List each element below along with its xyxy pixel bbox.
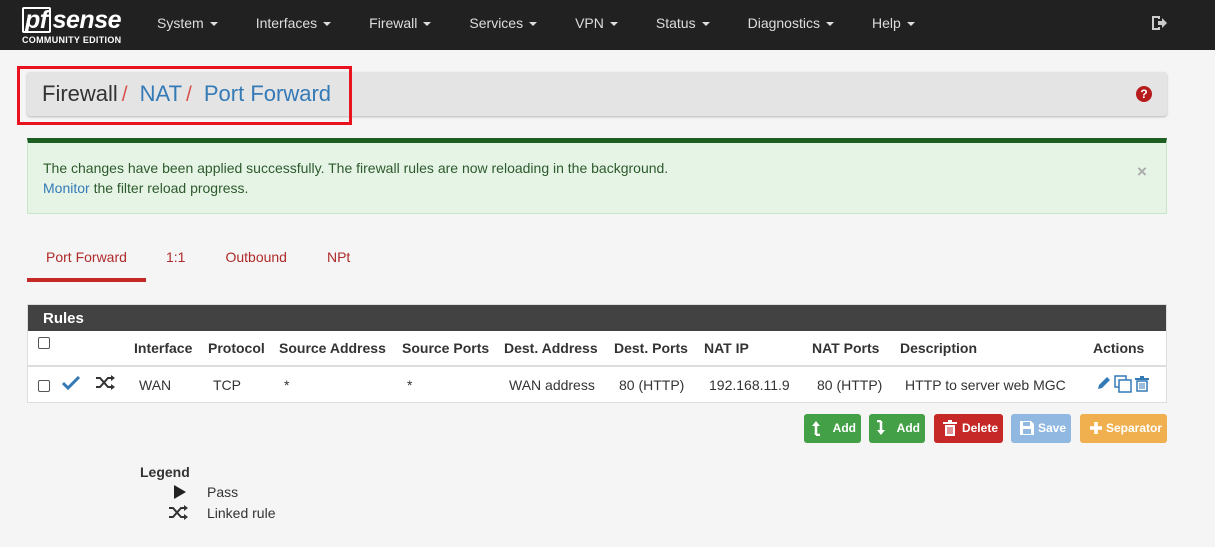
play-pass-icon (174, 485, 186, 499)
add-top-label: Add (832, 421, 856, 435)
rules-panel: Rules Interface Protocol Source Address … (27, 304, 1167, 403)
menu-system[interactable]: System (141, 0, 234, 50)
col-interface[interactable]: Interface (134, 331, 208, 367)
caret-down-icon (209, 22, 218, 27)
alert-message: The changes have been applied successful… (43, 160, 669, 176)
menu-label: Status (655, 15, 696, 31)
menu-vpn[interactable]: VPN (553, 0, 634, 50)
top-navbar: pf sense COMMUNITY EDITION System Interfa… (0, 0, 1215, 50)
shuffle-linked-icon (96, 375, 115, 390)
alert-monitor-line: Monitor the filter reload progress. (43, 180, 248, 196)
trash-icon (943, 420, 957, 436)
col-dest-ports[interactable]: Dest. Ports (614, 331, 704, 367)
menu-firewall[interactable]: Firewall (347, 0, 447, 50)
tab-port-forward[interactable]: Port Forward (27, 240, 146, 282)
edit-pencil-icon[interactable] (1096, 376, 1111, 391)
tab-one-to-one[interactable]: 1:1 (146, 240, 205, 282)
cell-protocol: TCP (213, 376, 241, 393)
monitor-link[interactable]: Monitor (43, 180, 90, 196)
tab-npt[interactable]: NPt (307, 240, 370, 282)
col-actions: Actions (1093, 331, 1166, 367)
plus-icon (1090, 422, 1102, 434)
nat-tabs: Port Forward 1:1 Outbound NPt (27, 240, 370, 284)
caret-down-icon (529, 22, 538, 27)
arrow-up-icon (812, 421, 820, 436)
cell-source-address: * (284, 376, 290, 393)
main-menu: System Interfaces Firewall Services VPN … (141, 0, 931, 50)
logo-sense: sense (52, 6, 122, 34)
legend-title: Legend (140, 464, 190, 480)
arrow-down-icon (877, 420, 885, 435)
close-icon[interactable]: × (1137, 162, 1147, 182)
menu-status[interactable]: Status (634, 0, 726, 50)
success-alert: The changes have been applied successful… (27, 138, 1167, 214)
col-description[interactable]: Description (900, 331, 1093, 367)
menu-label: VPN (575, 15, 604, 31)
shuffle-linked-icon (169, 505, 188, 520)
row-actions (1096, 375, 1149, 393)
menu-diagnostics[interactable]: Diagnostics (726, 0, 850, 50)
menu-help[interactable]: Help (850, 0, 931, 50)
annotation-highlight-box (17, 66, 352, 125)
caret-down-icon (701, 22, 710, 27)
row-checkbox[interactable] (38, 379, 50, 392)
col-source-ports[interactable]: Source Ports (402, 331, 504, 367)
add-bottom-label: Add (896, 421, 920, 435)
col-nat-ip[interactable]: NAT IP (704, 331, 812, 367)
cell-nat-ip: 192.168.11.9 (709, 376, 790, 393)
col-nat-ports[interactable]: NAT Ports (812, 331, 900, 367)
trash-icon[interactable] (1135, 375, 1149, 392)
menu-label: Services (469, 15, 524, 31)
legend-pass-label: Pass (207, 484, 239, 500)
tab-outbound[interactable]: Outbound (205, 240, 307, 282)
cell-dest-address: WAN address (509, 376, 595, 393)
select-all-checkbox[interactable] (38, 337, 50, 350)
logout-icon[interactable] (1150, 14, 1168, 32)
cell-nat-ports: 80 (HTTP) (817, 376, 883, 393)
col-source-address[interactable]: Source Address (279, 331, 402, 367)
caret-down-icon (609, 22, 618, 27)
logo-edition: COMMUNITY EDITION (22, 35, 122, 45)
menu-interfaces[interactable]: Interfaces (234, 0, 347, 50)
pfsense-logo[interactable]: pf sense COMMUNITY EDITION (22, 5, 132, 47)
save-label: Save (1037, 421, 1066, 435)
menu-label: System (157, 15, 204, 31)
delete-button[interactable]: Delete (934, 414, 1003, 443)
col-protocol[interactable]: Protocol (208, 331, 279, 367)
cell-source-ports: * (407, 376, 413, 393)
add-bottom-button[interactable]: Add (869, 414, 925, 443)
cell-interface: WAN (139, 376, 172, 393)
separator-label: Separator (1105, 421, 1162, 435)
alert-monitor-suffix: the filter reload progress. (89, 180, 249, 196)
cell-description: HTTP to server web MGC (905, 376, 1066, 393)
rules-table: Interface Protocol Source Address Source… (28, 331, 1166, 402)
logo-pf: pf (22, 7, 51, 33)
menu-label: Interfaces (255, 15, 318, 31)
menu-label: Help (871, 15, 901, 31)
help-icon[interactable]: ? (1136, 86, 1152, 102)
table-row[interactable]: WAN TCP * * WAN address 80 (HTTP) 192.16… (28, 366, 1166, 402)
menu-label: Diagnostics (747, 15, 820, 31)
menu-services[interactable]: Services (447, 0, 553, 50)
col-dest-address[interactable]: Dest. Address (504, 331, 614, 367)
enabled-check-icon[interactable] (61, 375, 81, 391)
caret-down-icon (323, 22, 332, 27)
save-button[interactable]: Save (1011, 414, 1071, 443)
separator-button[interactable]: Separator (1080, 414, 1167, 443)
caret-down-icon (825, 22, 834, 27)
cell-dest-ports: 80 (HTTP) (619, 376, 685, 393)
menu-label: Firewall (369, 15, 418, 31)
floppy-save-icon (1020, 421, 1034, 435)
delete-label: Delete (961, 421, 998, 435)
add-top-button[interactable]: Add (804, 414, 861, 443)
table-header-row: Interface Protocol Source Address Source… (28, 331, 1166, 367)
copy-icon[interactable] (1114, 375, 1132, 393)
rules-title: Rules (28, 305, 1166, 331)
caret-down-icon (423, 22, 432, 27)
legend-linked-label: Linked rule (207, 505, 276, 521)
caret-down-icon (906, 22, 915, 27)
